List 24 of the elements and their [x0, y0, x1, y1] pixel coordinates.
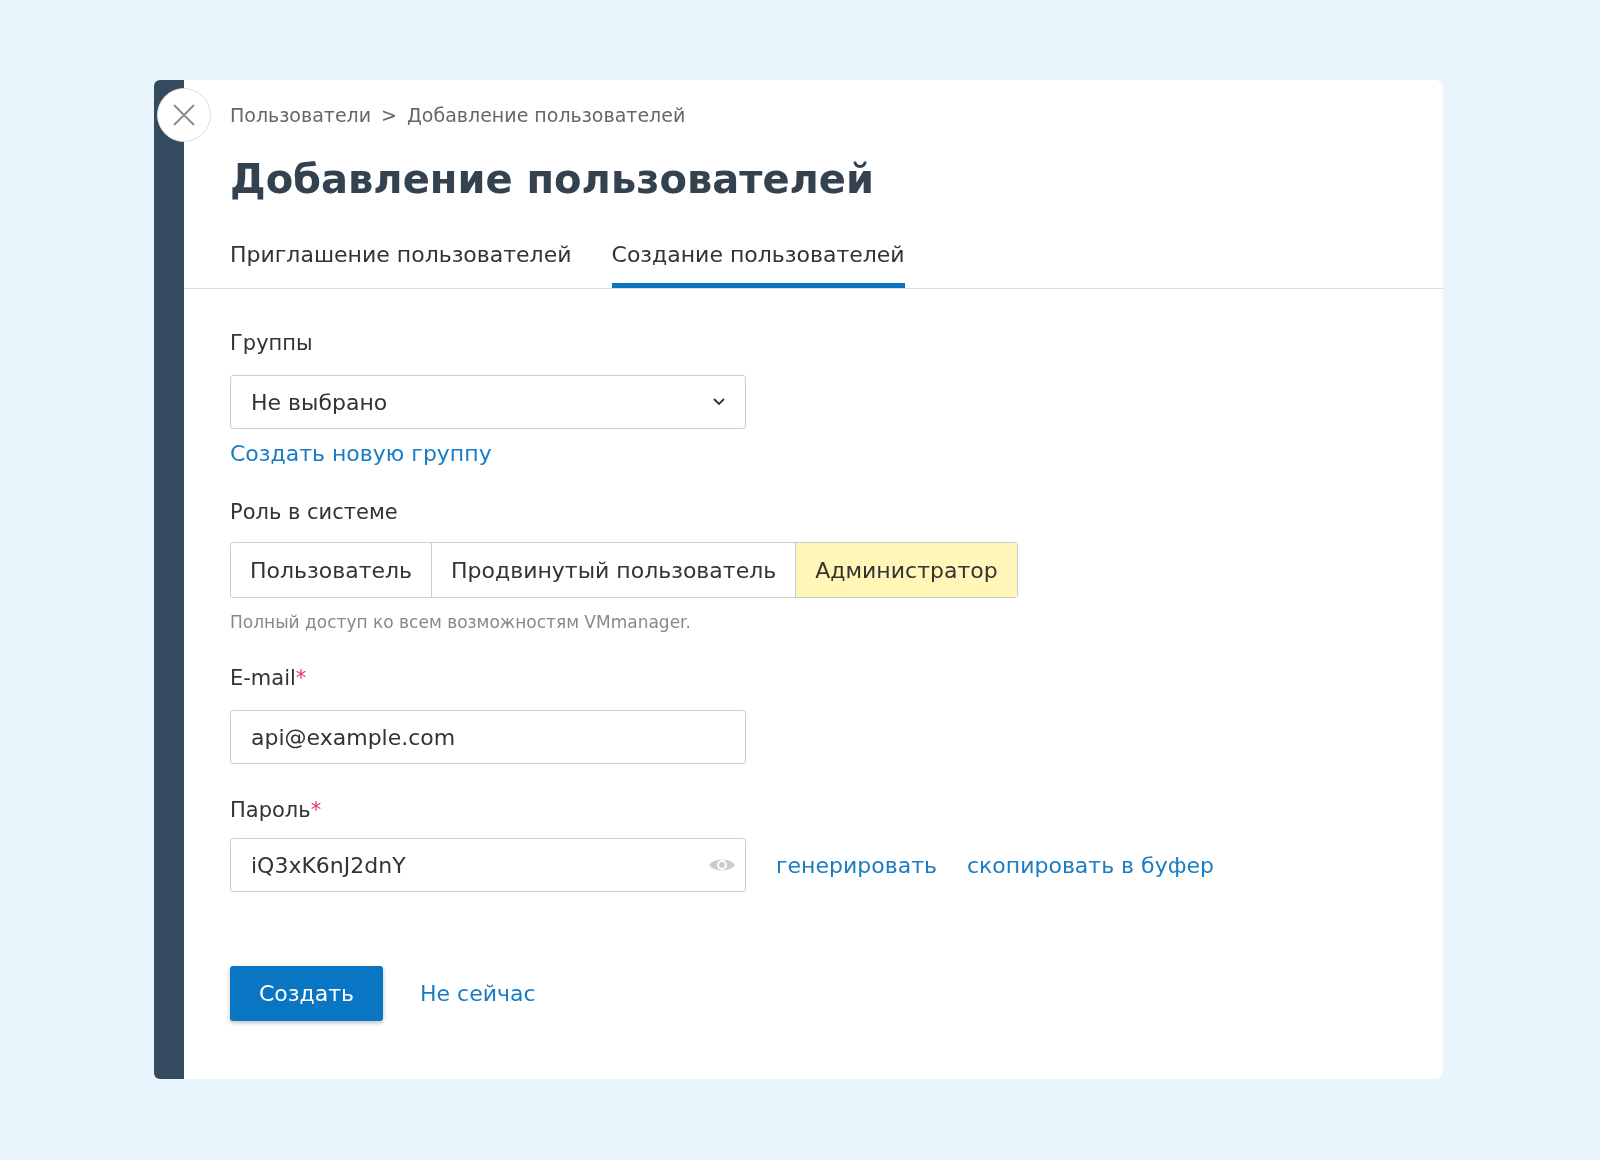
password-link[interactable]: скопировать в буфер: [966, 852, 1214, 878]
field-label: Роль в системе: [230, 500, 398, 524]
create-button[interactable]: Создать: [230, 966, 383, 1021]
cancel-link[interactable]: Не сейчас: [420, 981, 536, 1006]
page-title: Добавление пользователей: [230, 156, 875, 202]
breadcrumb-item[interactable]: Пользователи: [230, 104, 372, 126]
field-label: Пароль: [230, 798, 311, 822]
role-option[interactable]: Администратор: [795, 543, 1017, 597]
field-label: E-mail: [230, 666, 296, 690]
password-link[interactable]: генерировать: [776, 852, 937, 878]
tab[interactable]: Приглашение пользователей: [230, 242, 572, 288]
email-input[interactable]: api@example.com: [230, 710, 746, 764]
chevron-down-icon: [713, 398, 725, 406]
create-group-link[interactable]: Создать новую группу: [230, 441, 492, 466]
required-mark: *: [310, 798, 322, 822]
groups-dropdown[interactable]: Не выбрано: [230, 375, 746, 429]
password-input[interactable]: iQ3xK6nJ2dnY: [230, 838, 746, 892]
breadcrumb-item: Добавление пользователей: [407, 104, 686, 126]
required-mark: *: [295, 666, 307, 690]
breadcrumb-separator: >: [381, 104, 397, 126]
close-icon: [172, 103, 196, 127]
field-label: Группы: [230, 331, 313, 355]
role-hint: Полный доступ ко всем возможностям VMmanager.: [230, 612, 691, 632]
role-option[interactable]: Пользователь: [231, 543, 431, 597]
